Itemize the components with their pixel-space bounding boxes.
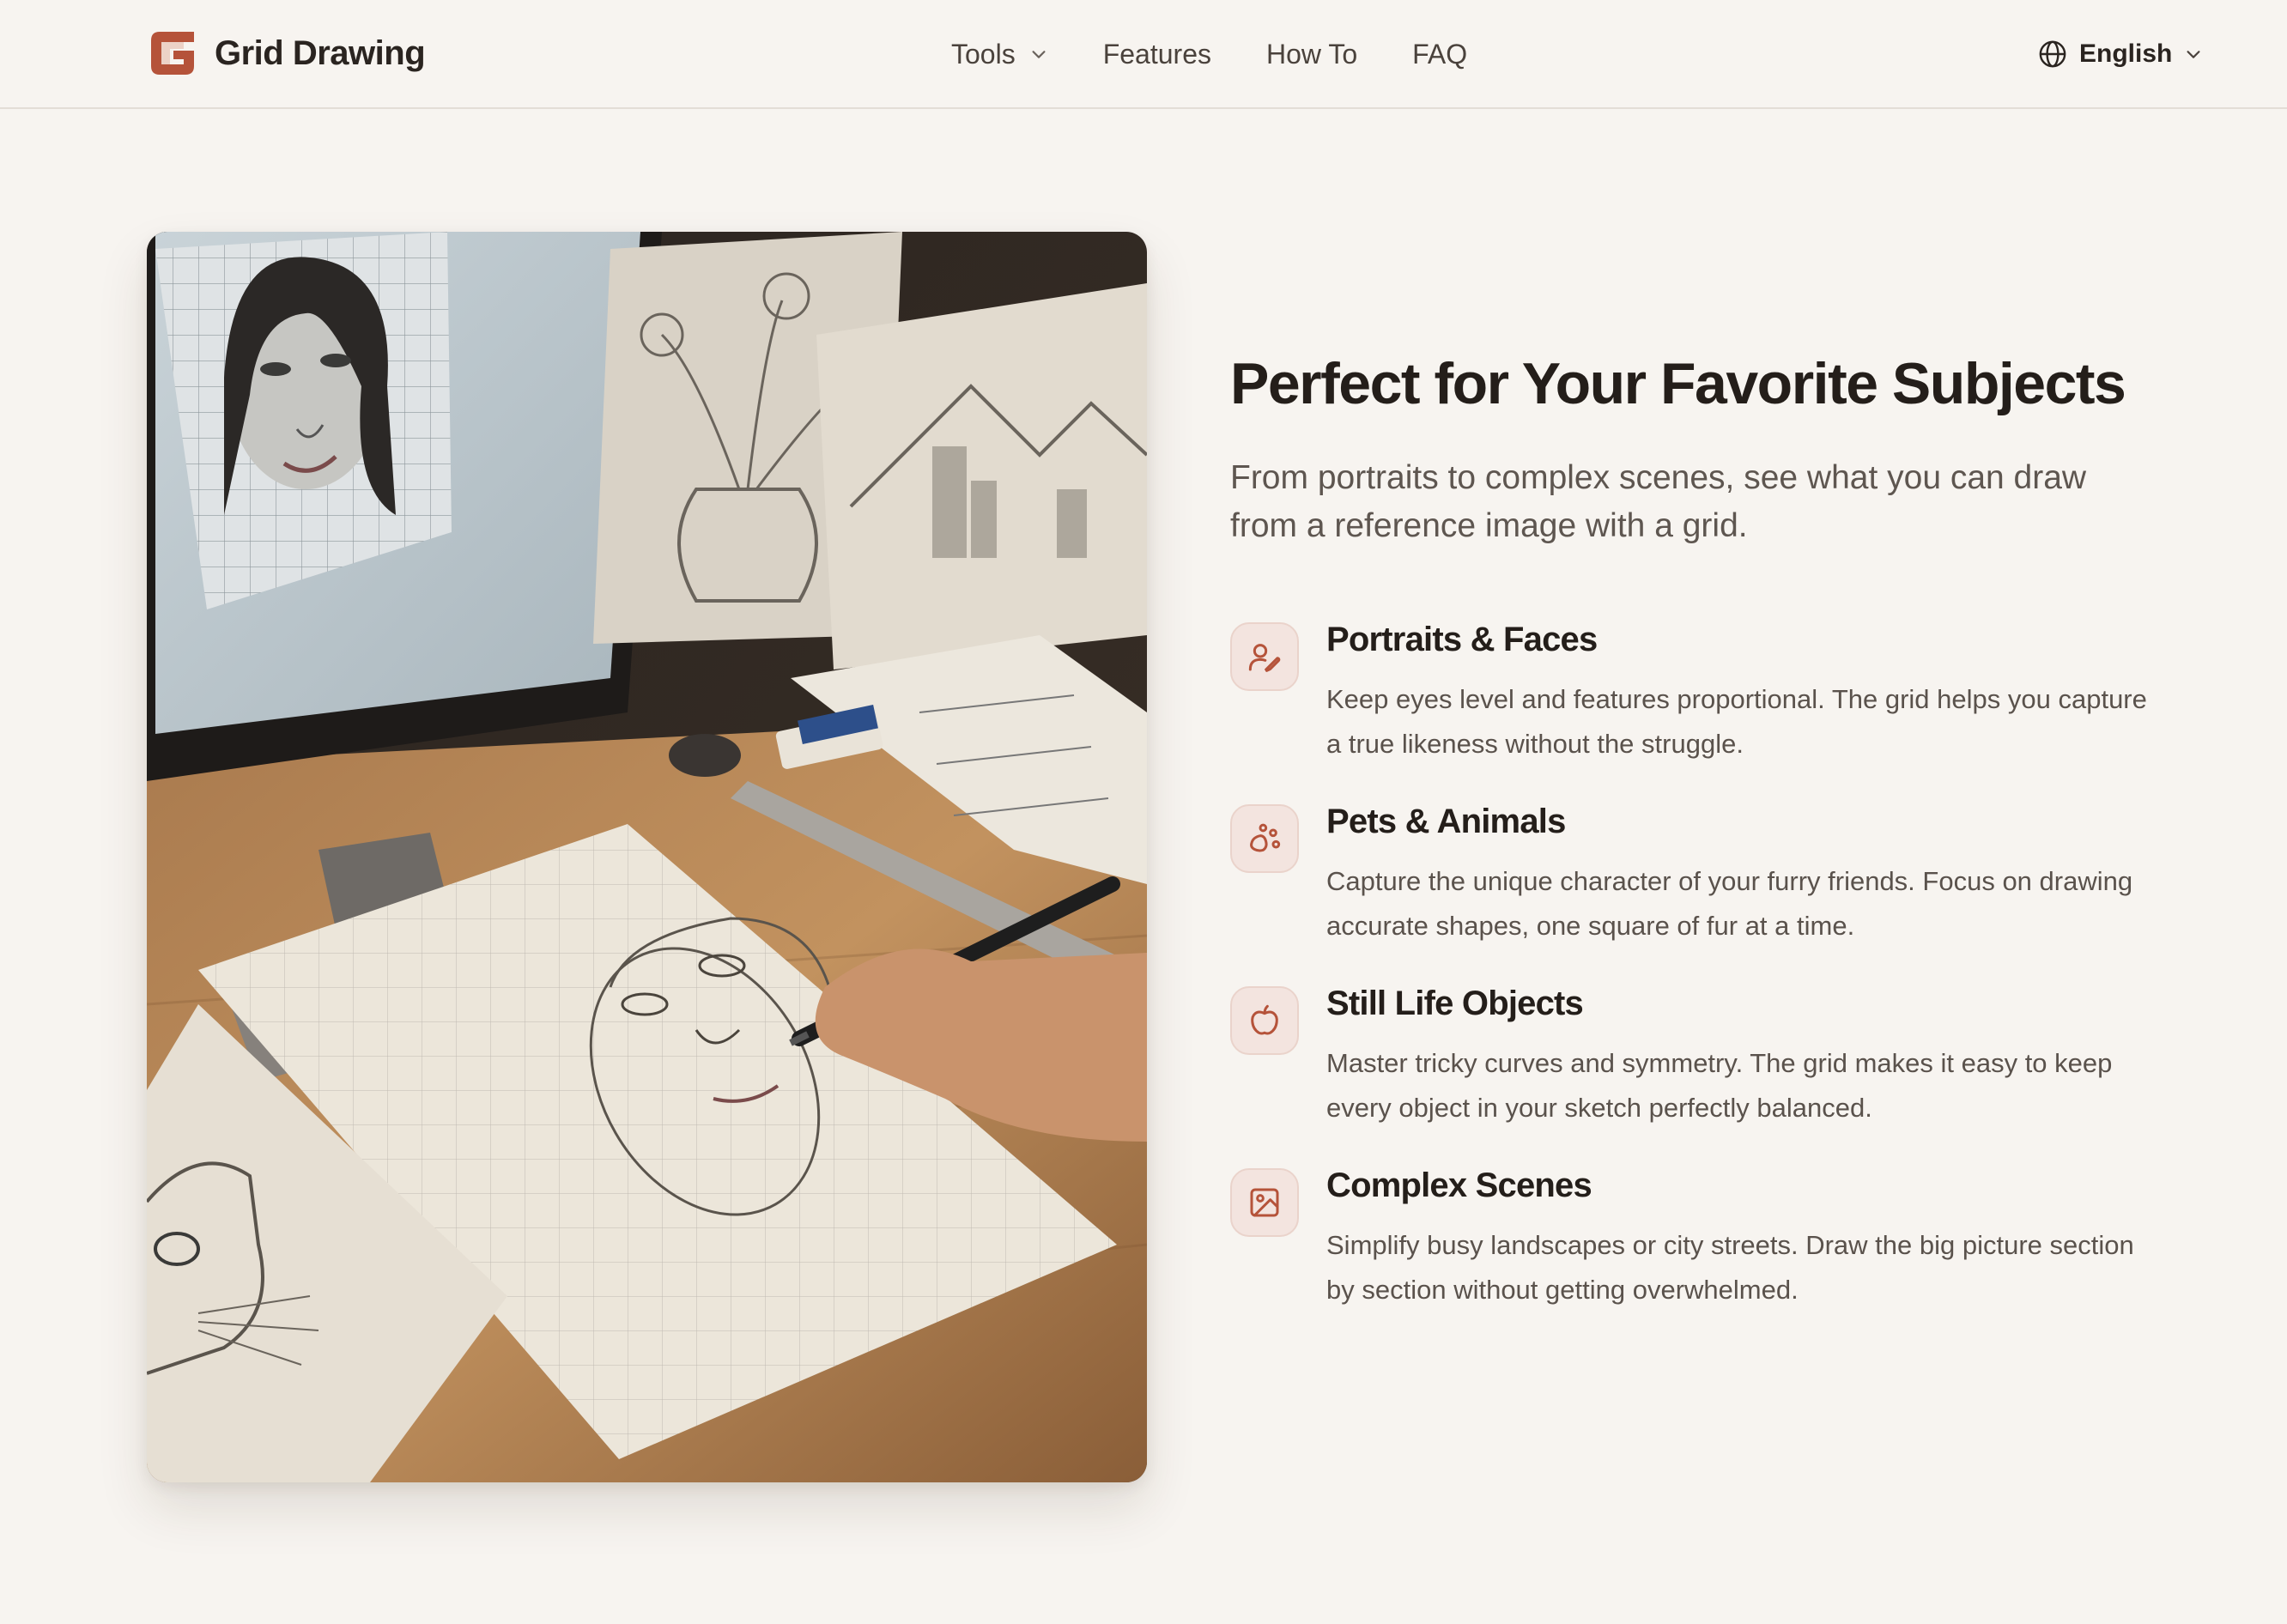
nav-tools[interactable]: Tools	[951, 39, 1048, 70]
globe-icon	[2039, 40, 2066, 68]
paw-icon	[1250, 823, 1281, 852]
chevron-down-icon	[2187, 51, 2200, 58]
feature-description: Master tricky curves and symmetry. The g…	[1326, 1047, 2113, 1123]
feature-icon-box	[1230, 985, 1299, 1055]
feature-icon-box	[1230, 1167, 1299, 1237]
brand-name: Grid Drawing	[215, 33, 426, 72]
user-pen-icon	[1248, 643, 1281, 672]
feature-item-still-life: Still Life Objects Master tricky curves …	[1230, 983, 2175, 1130]
feature-list: Portraits & Faces Keep eyes level and fe…	[1230, 619, 2175, 1312]
nav-features[interactable]: Features	[1103, 39, 1211, 70]
main-nav: Tools Features How To FAQ	[951, 33, 1467, 76]
language-selector[interactable]: English	[2038, 33, 2203, 76]
feature-description: Capture the unique character of your fur…	[1326, 865, 2133, 941]
brand-logo[interactable]: Grid Drawing	[144, 24, 426, 82]
nav-how-to[interactable]: How To	[1266, 39, 1357, 70]
feature-item-portraits: Portraits & Faces Keep eyes level and fe…	[1230, 619, 2175, 767]
image-icon	[1250, 1188, 1279, 1217]
section-title: Perfect for Your Favorite Subjects	[1230, 351, 2126, 416]
nav-faq[interactable]: FAQ	[1412, 39, 1467, 70]
feature-icon-box	[1230, 621, 1299, 691]
desk-drawing-illustration	[147, 232, 1147, 1482]
chevron-down-icon	[1032, 51, 1046, 58]
nav-tools-label: Tools	[951, 38, 1016, 70]
feature-title: Pets & Animals	[1326, 802, 1566, 840]
feature-description: Simplify busy landscapes or city streets…	[1326, 1229, 2134, 1305]
feature-description: Keep eyes level and features proportiona…	[1326, 683, 2147, 759]
site-header: Grid Drawing Tools Features How To FAQ E…	[0, 0, 2287, 109]
feature-icon-box	[1230, 803, 1299, 873]
feature-title: Portraits & Faces	[1326, 620, 1598, 658]
apple-icon	[1251, 1004, 1278, 1035]
section-subtitle: From portraits to complex scenes, see wh…	[1230, 458, 2087, 544]
grid-logo-icon	[151, 32, 194, 75]
feature-item-scenes: Complex Scenes Simplify busy landscapes …	[1230, 1165, 2175, 1312]
hero-illustration	[147, 232, 1147, 1482]
feature-title: Complex Scenes	[1326, 1166, 1592, 1204]
feature-title: Still Life Objects	[1326, 984, 1584, 1022]
subjects-section: Perfect for Your Favorite Subjects From …	[1230, 352, 2175, 1347]
feature-item-pets: Pets & Animals Capture the unique charac…	[1230, 801, 2175, 948]
language-label: English	[2079, 39, 2173, 68]
